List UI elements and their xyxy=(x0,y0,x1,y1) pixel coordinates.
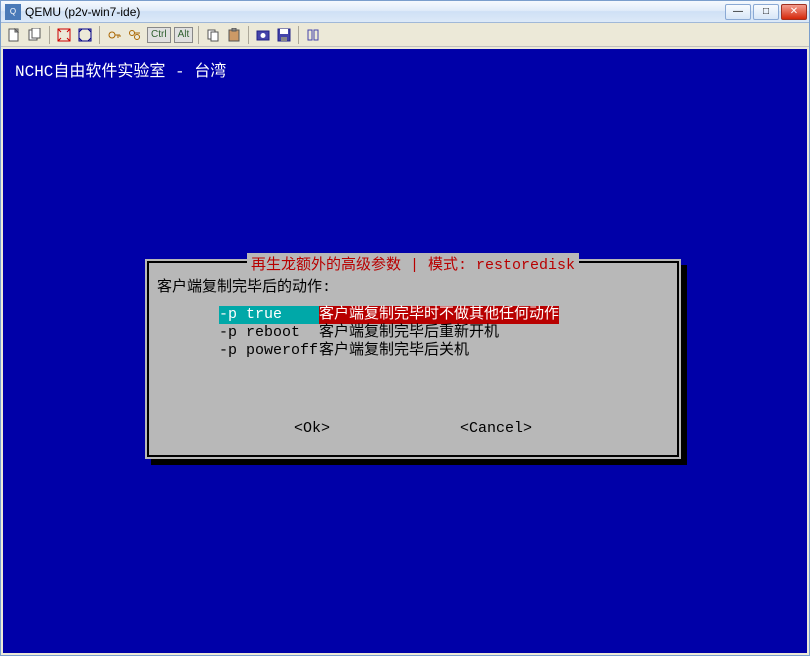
titlebar[interactable]: Q QEMU (p2v-win7-ide) — □ ✕ xyxy=(1,1,809,23)
window-controls: — □ ✕ xyxy=(725,4,807,20)
minimize-button[interactable]: — xyxy=(725,4,751,20)
option-desc: 客户端复制完毕后关机 xyxy=(319,342,469,360)
toolbar: Ctrl Alt xyxy=(1,23,809,47)
option-desc: 客户端复制完毕后重新开机 xyxy=(319,324,499,342)
option-p-reboot[interactable]: -p reboot 客户端复制完毕后重新开机 xyxy=(219,324,677,342)
copy-file-icon[interactable] xyxy=(26,26,44,44)
window-title: QEMU (p2v-win7-ide) xyxy=(25,5,725,19)
separator xyxy=(198,26,199,44)
ctrl-key-button[interactable]: Ctrl xyxy=(147,27,171,43)
option-flag: -p reboot xyxy=(219,324,319,342)
maximize-button[interactable]: □ xyxy=(753,4,779,20)
fullscreen-icon[interactable] xyxy=(55,26,73,44)
separator xyxy=(99,26,100,44)
close-button[interactable]: ✕ xyxy=(781,4,807,20)
disconnect-icon[interactable] xyxy=(304,26,322,44)
ok-button[interactable]: <Ok> xyxy=(294,420,330,437)
new-file-icon[interactable] xyxy=(5,26,23,44)
dialog-title: 再生龙额外的高级参数 | 模式: restoredisk xyxy=(247,253,579,274)
fit-icon[interactable] xyxy=(76,26,94,44)
banner-text: NCHC自由软件实验室 - 台湾 xyxy=(11,57,799,81)
copy-icon[interactable] xyxy=(204,26,222,44)
cancel-button[interactable]: <Cancel> xyxy=(460,420,532,437)
save-icon[interactable] xyxy=(275,26,293,44)
option-p-poweroff[interactable]: -p poweroff 客户端复制完毕后关机 xyxy=(219,342,677,360)
guest-display[interactable]: NCHC自由软件实验室 - 台湾 再生龙额外的高级参数 | 模式: restor… xyxy=(3,49,807,653)
keys-icon[interactable] xyxy=(105,26,123,44)
paste-icon[interactable] xyxy=(225,26,243,44)
qemu-window: Q QEMU (p2v-win7-ide) — □ ✕ Ctrl Alt xyxy=(0,0,810,656)
separator xyxy=(49,26,50,44)
option-desc: 客户端复制完毕时不做其他任何动作 xyxy=(319,306,559,324)
option-list: -p true 客户端复制完毕时不做其他任何动作 -p reboot 客户端复制… xyxy=(149,300,677,360)
option-flag: -p true xyxy=(219,306,319,324)
option-p-true[interactable]: -p true 客户端复制完毕时不做其他任何动作 xyxy=(219,306,677,324)
snapshot-icon[interactable] xyxy=(254,26,272,44)
separator xyxy=(248,26,249,44)
console-screen: NCHC自由软件实验室 - 台湾 再生龙额外的高级参数 | 模式: restor… xyxy=(11,57,799,645)
separator xyxy=(298,26,299,44)
key-combo-icon[interactable] xyxy=(126,26,144,44)
alt-key-button[interactable]: Alt xyxy=(174,27,194,43)
option-flag: -p poweroff xyxy=(219,342,319,360)
button-row: <Ok> <Cancel> xyxy=(149,420,677,437)
dialog-box: 再生龙额外的高级参数 | 模式: restoredisk 客户端复制完毕后的动作… xyxy=(145,259,681,459)
qemu-icon: Q xyxy=(5,4,21,20)
dialog-title-row: 再生龙额外的高级参数 | 模式: restoredisk xyxy=(149,253,677,274)
